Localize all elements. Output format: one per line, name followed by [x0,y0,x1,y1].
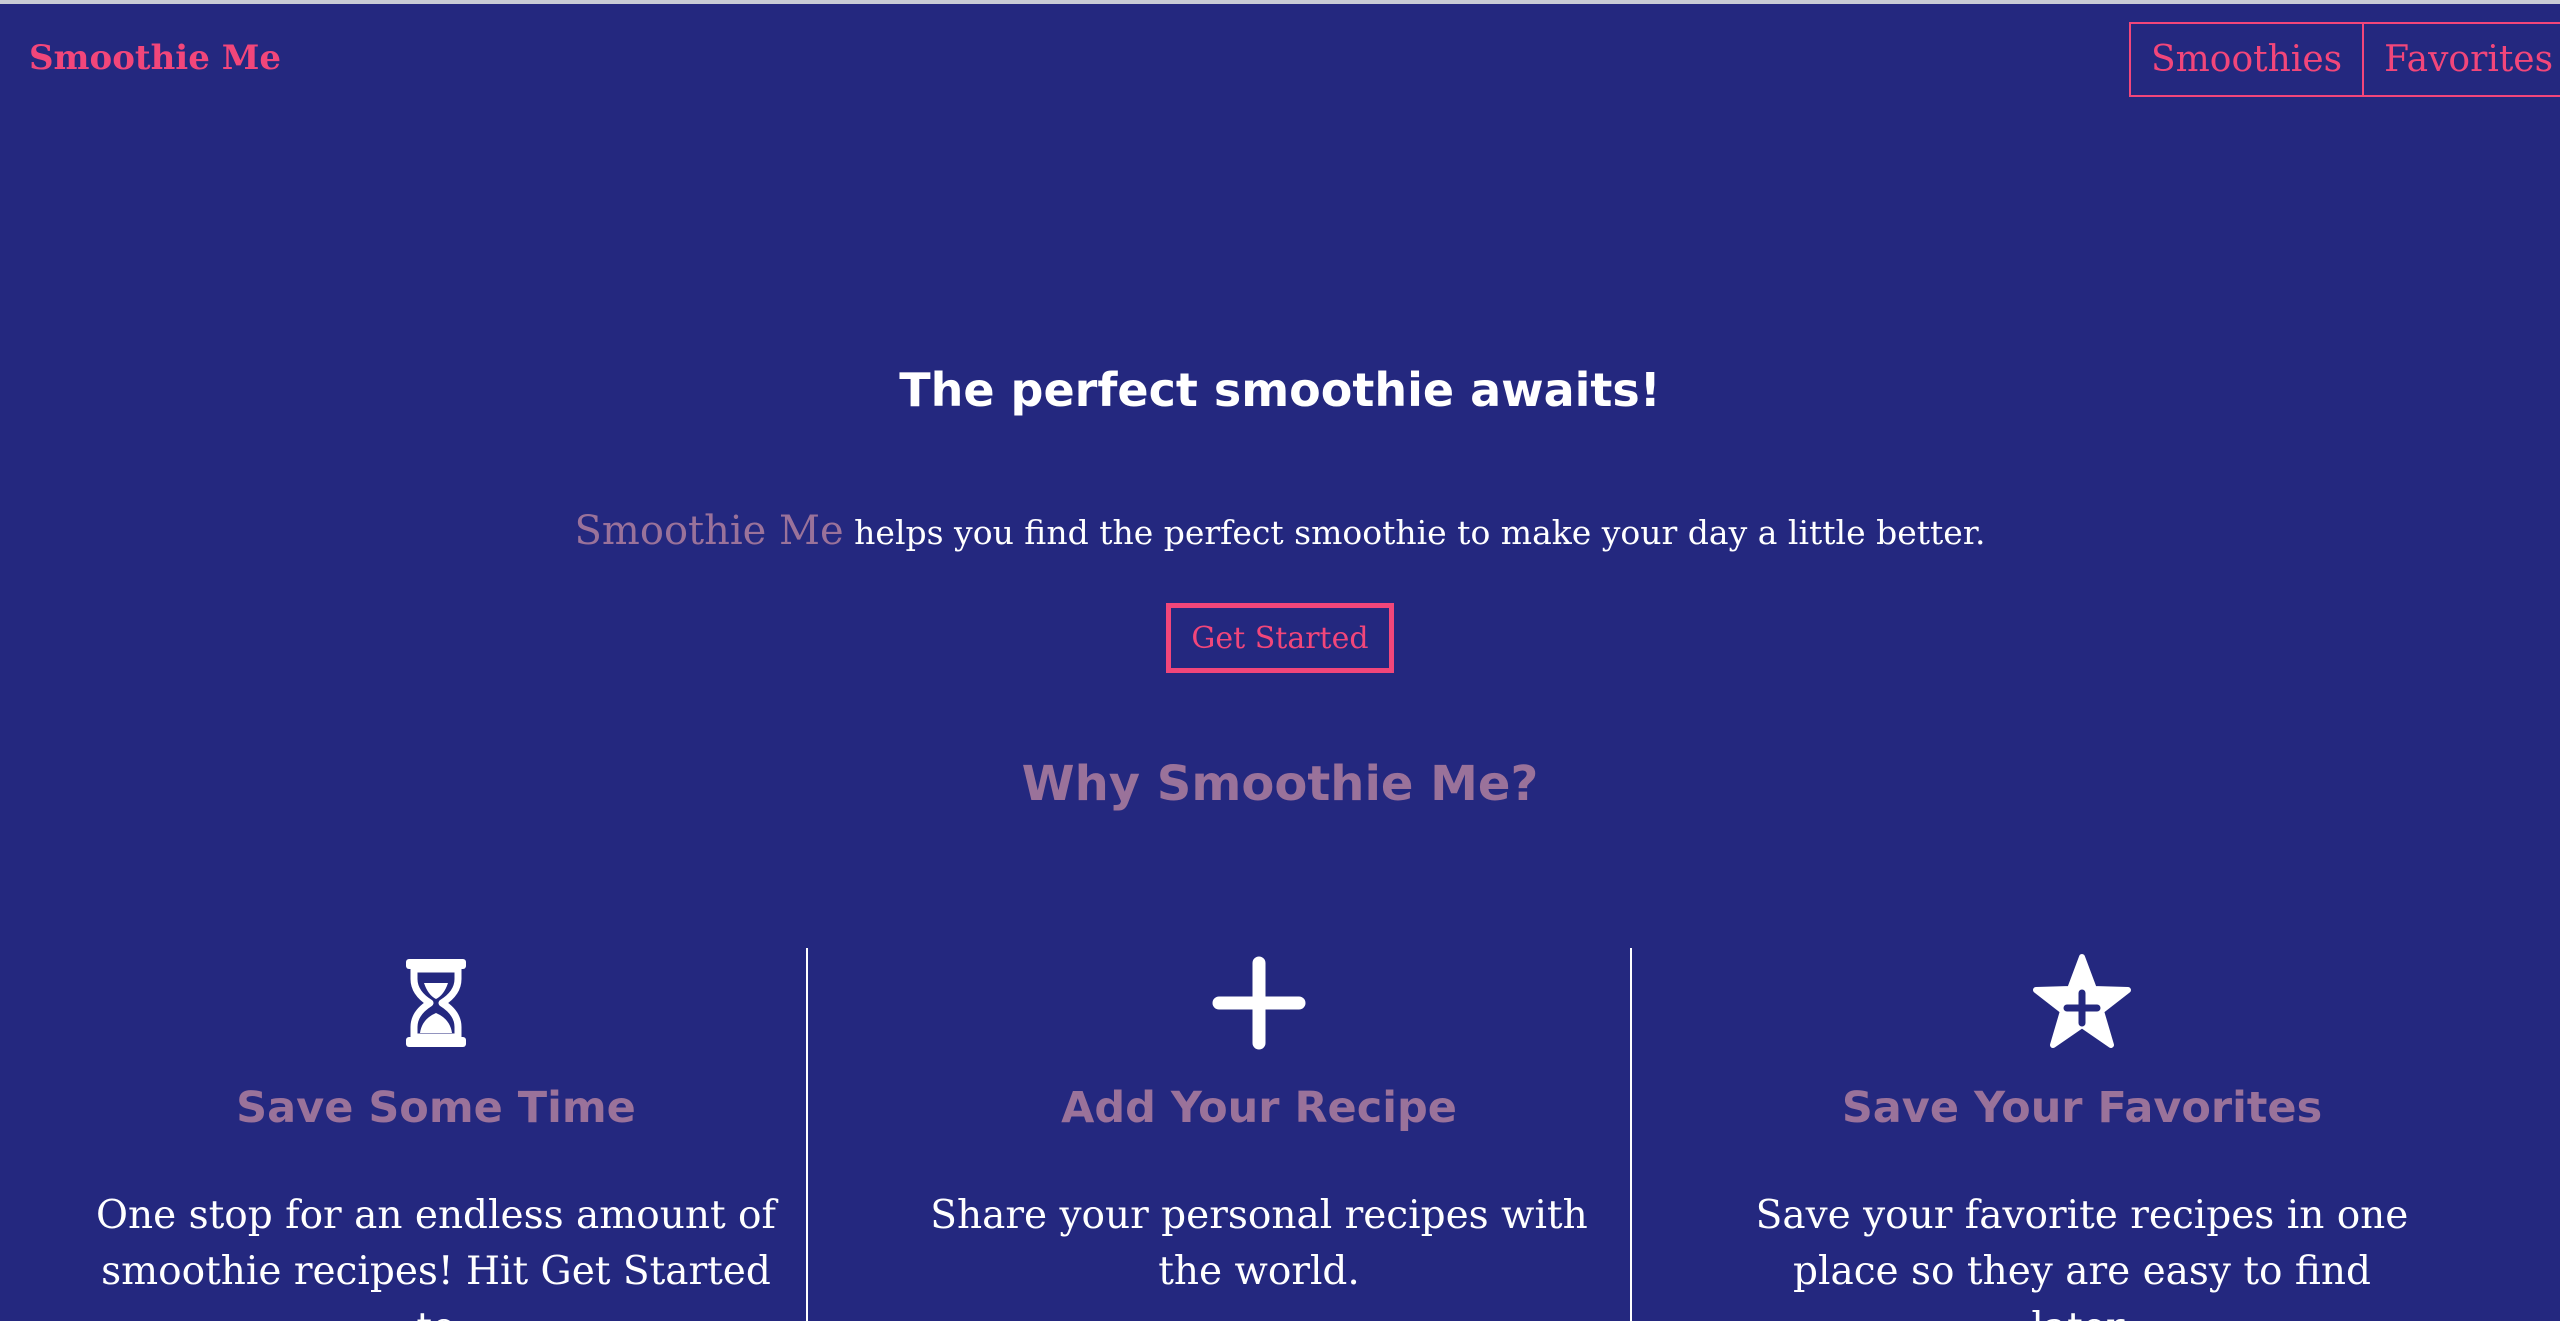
nav-item-favorites[interactable]: Favorites [2362,24,2560,95]
browser-top-border [0,0,2560,4]
feature-card-add-recipe: Add Your Recipe Share your personal reci… [899,948,1619,1300]
star-plus-icon [2033,954,2131,1048]
feature-divider [1630,948,1632,1321]
feature-card-save-favorites: Save Your Favorites Save your favorite r… [1722,948,2442,1321]
feature-divider [806,948,808,1321]
why-section-title: Why Smoothie Me? [1021,756,1539,812]
feature-text: Save your favorite recipes in one place … [1755,1193,2409,1321]
feature-title: Save Some Time [236,1083,636,1133]
hero-subtitle-text: helps you find the perfect smoothie to m… [854,513,1986,552]
get-started-button[interactable]: Get Started [1166,603,1394,673]
feature-text: Share your personal recipes with the wor… [930,1193,1588,1294]
feature-card-save-time: Save Some Time One stop for an endless a… [76,948,796,1321]
cta-wrapper: Get Started [0,603,2560,673]
main-nav: Smoothies Favorites [2129,22,2560,97]
plus-icon [1212,956,1306,1050]
nav-item-smoothies[interactable]: Smoothies [2131,24,2362,95]
brand-logo-link[interactable]: Smoothie Me [29,34,281,82]
feature-text: One stop for an endless amount of smooth… [96,1193,776,1321]
feature-title: Save Your Favorites [1841,1083,2323,1133]
hero-title: The perfect smoothie awaits! [899,363,1661,417]
hero-subtitle: Smoothie Me helps you find the perfect s… [0,503,2560,561]
hourglass-icon [406,959,466,1047]
feature-title: Add Your Recipe [1061,1083,1457,1133]
hero-subtitle-brand: Smoothie Me [574,508,844,554]
